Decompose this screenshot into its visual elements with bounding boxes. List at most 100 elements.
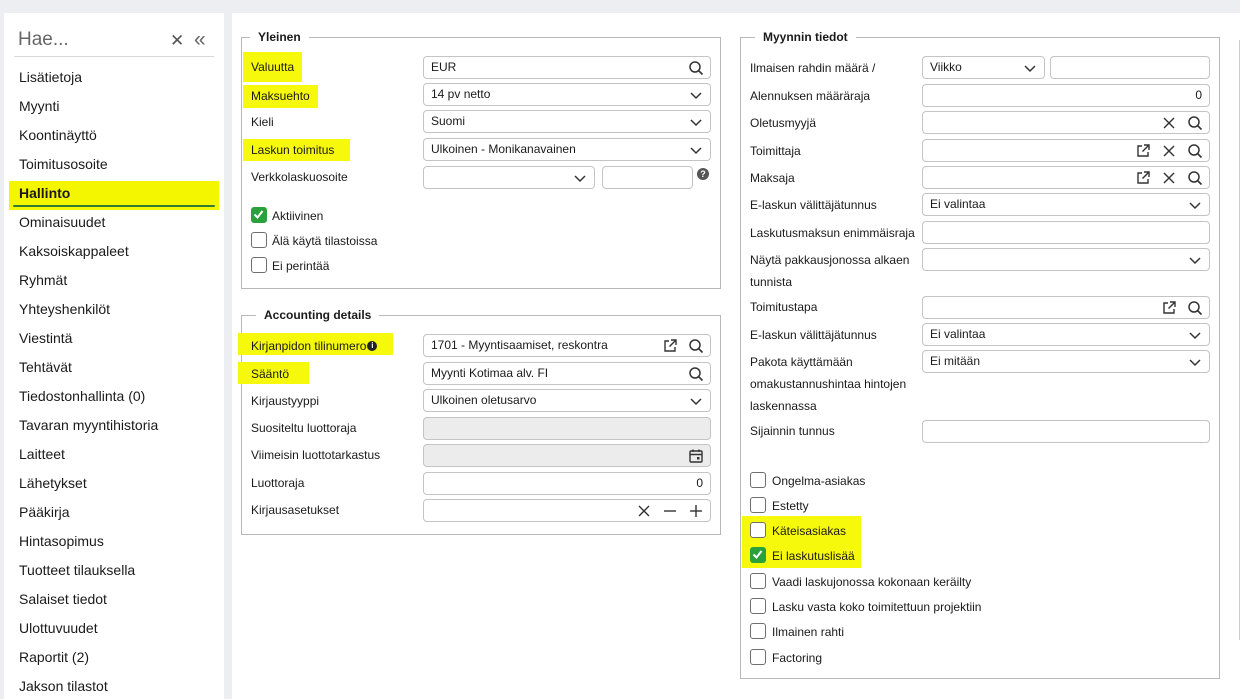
location-label: Sijainnin tunnus [750, 424, 835, 438]
sidebar-item[interactable]: Viestintä [4, 326, 224, 355]
sales-checkbox[interactable] [750, 522, 766, 538]
currency-field[interactable]: EUR [423, 56, 711, 79]
sidebar-item[interactable]: Laitteet [4, 442, 224, 471]
clear-icon[interactable] [1161, 143, 1177, 159]
sidebar-item[interactable]: Hintasopimus [4, 529, 224, 558]
sales-checkbox[interactable] [750, 472, 766, 488]
open-external-icon[interactable] [662, 338, 678, 354]
sales-checkbox-label: Factoring [772, 651, 823, 665]
location-field[interactable] [922, 420, 1210, 443]
clear-icon[interactable] [1161, 115, 1177, 131]
search-icon[interactable] [688, 338, 704, 354]
sidebar-item[interactable]: Ryhmät [4, 268, 224, 297]
minus-icon[interactable] [662, 503, 678, 519]
sidebar-item[interactable]: Tiedostonhallinta (0) [4, 384, 224, 413]
sidebar-item[interactable]: Koontinäyttö [4, 123, 224, 152]
credit-limit-field[interactable]: 0 [423, 472, 711, 495]
sales-checkbox[interactable] [750, 497, 766, 513]
sidebar-item[interactable]: Tavaran myyntihistoria [4, 413, 224, 442]
delivery-method-field[interactable] [922, 296, 1210, 319]
general-legend: Yleinen [250, 30, 309, 44]
sales-checkbox[interactable] [750, 623, 766, 639]
delivery-select[interactable]: Ulkoinen - Monikanavainen [423, 138, 711, 161]
sidebar-item[interactable]: Tehtävät [4, 355, 224, 384]
credit-check-label: Viimeisin luottotarkastus [251, 448, 381, 462]
einv-operator-select[interactable]: Ei valintaa [922, 193, 1210, 216]
sidebar-item[interactable]: Tuotteet tilauksella [4, 558, 224, 587]
sidebar-item[interactable]: Myynti [4, 94, 224, 123]
credit-limit-label: Luottoraja [251, 476, 305, 490]
sidebar-item[interactable]: Ulottuvuudet [4, 616, 224, 645]
delivery-label: Laskun toimitus [243, 139, 351, 161]
sidebar-item[interactable]: Kaksoiskappaleet [4, 239, 224, 268]
force-cost-label-3: laskennassa [750, 399, 817, 413]
clear-icon[interactable] [1161, 170, 1177, 186]
einvoice-select[interactable] [423, 166, 595, 189]
posting-type-select[interactable]: Ulkoinen oletusarvo [423, 389, 711, 412]
einv-operator2-select[interactable]: Ei valintaa [922, 323, 1210, 346]
search-icon[interactable] [688, 366, 704, 382]
open-external-icon[interactable] [1161, 300, 1177, 316]
sales-checkbox[interactable] [750, 649, 766, 665]
open-external-icon[interactable] [1135, 143, 1151, 159]
posting-settings-field[interactable] [423, 499, 711, 522]
chevron-down-icon [688, 393, 704, 409]
sales-checkbox[interactable] [750, 547, 766, 563]
account-field[interactable]: 1701 - Myyntisaamiset, reskontra [423, 334, 711, 357]
billing-fee-field[interactable] [922, 221, 1210, 244]
calendar-icon[interactable] [688, 448, 704, 464]
collapse-sidebar-icon[interactable]: « [194, 28, 206, 52]
plus-icon[interactable] [688, 503, 704, 519]
nostats-checkbox[interactable] [251, 232, 267, 248]
sidebar-item[interactable]: Yhteyshenkilöt [4, 297, 224, 326]
supplier-field[interactable] [922, 139, 1210, 162]
search-icon[interactable] [1187, 300, 1203, 316]
sidebar-item[interactable]: Jakson tilastot [4, 674, 224, 699]
active-checkbox[interactable] [251, 207, 267, 223]
package-queue-select[interactable] [922, 248, 1210, 271]
sidebar: ✕ « LisätietojaMyyntiKoontinäyttöToimitu… [4, 13, 224, 699]
search-input[interactable] [14, 27, 164, 53]
language-select[interactable]: Suomi [423, 110, 711, 133]
einvoice-extra-field[interactable] [602, 166, 693, 189]
chevron-down-icon [688, 114, 704, 130]
nocollect-checkbox[interactable] [251, 257, 267, 273]
open-external-icon[interactable] [1135, 170, 1151, 186]
freefreight-amount-field[interactable] [1050, 56, 1210, 79]
sales-checkbox-label: Estetty [772, 499, 809, 513]
terms-select[interactable]: 14 pv netto [423, 83, 711, 106]
sidebar-item[interactable]: Ominaisuudet [4, 210, 224, 239]
clear-icon[interactable] [636, 503, 652, 519]
einv-operator2-label: E-laskun välittäjätunnus [750, 328, 877, 342]
chevron-down-icon [1187, 197, 1203, 213]
rule-field[interactable]: Myynti Kotimaa alv. FI [423, 362, 711, 385]
nostats-label: Älä käytä tilastoissa [272, 234, 378, 248]
sidebar-item[interactable]: Lähetykset [4, 471, 224, 500]
active-label: Aktiivinen [272, 209, 324, 223]
supplier-label: Toimittaja [750, 144, 801, 158]
sales-checkbox[interactable] [750, 598, 766, 614]
sidebar-item[interactable]: Salaiset tiedot [4, 587, 224, 616]
sidebar-item[interactable]: Raportit (2) [4, 645, 224, 674]
force-cost-label-1: Pakota käyttämään [750, 355, 853, 369]
terms-label: Maksuehto [243, 85, 318, 108]
search-icon[interactable] [1187, 115, 1203, 131]
seller-field[interactable] [922, 111, 1210, 134]
sidebar-item[interactable]: Toimitusosoite [4, 152, 224, 181]
info-icon[interactable]: i [367, 341, 378, 351]
sidebar-item[interactable]: Lisätietoja [4, 65, 224, 94]
sidebar-item[interactable]: Pääkirja [4, 500, 224, 529]
sidebar-item[interactable]: Hallinto [9, 181, 219, 210]
discount-field[interactable]: 0 [922, 84, 1210, 107]
clear-search-icon[interactable]: ✕ [170, 31, 184, 51]
main-panel: Yleinen Valuutta EUR Maksuehto 14 pv net… [232, 13, 1240, 699]
search-icon[interactable] [688, 60, 704, 76]
freefreight-period-select[interactable]: Viikko [922, 56, 1045, 79]
search-icon[interactable] [1187, 143, 1203, 159]
help-icon[interactable]: ? [697, 168, 709, 180]
search-icon[interactable] [1187, 170, 1203, 186]
payer-field[interactable] [922, 166, 1210, 189]
einv-operator-label: E-laskun välittäjätunnus [750, 198, 877, 212]
force-cost-select[interactable]: Ei mitään [922, 350, 1210, 373]
sales-checkbox[interactable] [750, 573, 766, 589]
